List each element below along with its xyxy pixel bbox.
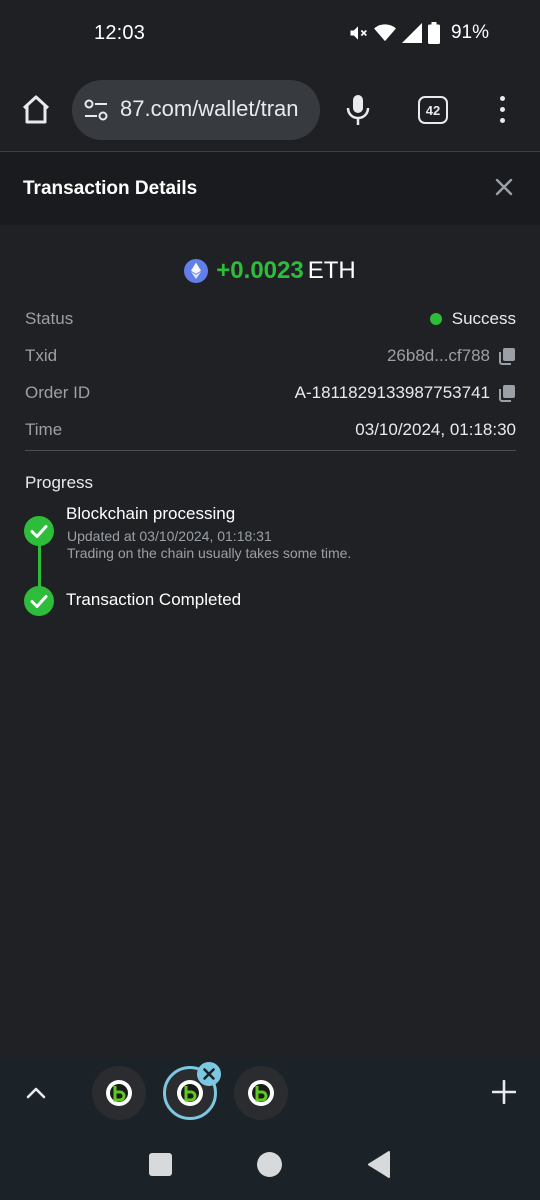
tab-close-icon[interactable]	[197, 1062, 221, 1086]
amount-unit: ETH	[307, 257, 356, 284]
status-label: Status	[25, 309, 74, 328]
chevron-up-icon[interactable]	[24, 1082, 48, 1102]
txid-text: 26b8d...cf788	[386, 346, 490, 365]
battery-icon	[428, 22, 440, 44]
url-text[interactable]: 87.com/wallet/tran	[120, 96, 299, 122]
order-id-row: Order ID A-1811829133987753741	[25, 383, 516, 407]
address-bar[interactable]: 87.com/wallet/tran	[72, 80, 320, 140]
section-divider	[25, 450, 516, 451]
copy-icon[interactable]	[498, 384, 516, 402]
progress-connector	[38, 545, 41, 587]
app-logo-icon	[106, 1080, 132, 1106]
status-value: Success	[429, 309, 516, 329]
status-time: 12:03	[94, 22, 146, 44]
recents-button[interactable]	[149, 1153, 172, 1176]
step-title: Blockchain processing	[66, 504, 236, 523]
amount-row: +0.0023 ETH	[0, 256, 540, 286]
order-id-value: A-1811829133987753741	[295, 383, 516, 403]
step-title: Transaction Completed	[66, 590, 242, 609]
home-icon[interactable]	[18, 92, 54, 128]
check-icon	[24, 586, 54, 616]
success-dot-icon	[429, 313, 442, 325]
time-row: Time 03/10/2024, 01:18:30	[25, 420, 516, 444]
eth-icon	[184, 259, 209, 283]
mute-icon	[350, 26, 367, 40]
status-row: Status Success	[25, 309, 516, 333]
txid-label: Txid	[25, 346, 58, 365]
amount-value: +0.0023	[216, 257, 304, 284]
txid-row: Txid 26b8d...cf788	[25, 346, 516, 370]
tab-bubble[interactable]	[234, 1066, 288, 1120]
check-icon	[24, 516, 54, 546]
menu-icon[interactable]	[497, 96, 509, 124]
step-note: Trading on the chain usually takes some …	[67, 545, 352, 561]
tabs-button[interactable]: 42	[418, 96, 448, 124]
plus-icon[interactable]	[492, 1080, 516, 1104]
order-id-label: Order ID	[25, 383, 91, 402]
order-id-text: A-1811829133987753741	[294, 383, 490, 402]
status-icons	[348, 20, 440, 46]
status-text: Success	[451, 309, 516, 328]
wifi-icon	[374, 24, 396, 42]
site-settings-icon[interactable]	[84, 99, 108, 121]
step-updated: Updated at 03/10/2024, 01:18:31	[67, 528, 272, 544]
time-value: 03/10/2024, 01:18:30	[355, 420, 516, 439]
app-logo-icon	[248, 1080, 274, 1106]
close-icon[interactable]	[494, 177, 514, 197]
signal-icon	[402, 23, 422, 43]
txid-value: 26b8d...cf788	[387, 346, 516, 366]
copy-icon[interactable]	[498, 347, 516, 365]
home-button[interactable]	[257, 1152, 282, 1177]
progress-title: Progress	[25, 473, 94, 492]
mic-icon[interactable]	[344, 94, 372, 126]
battery-percent: 91%	[450, 22, 489, 43]
page-title: Transaction Details	[23, 178, 198, 199]
status-bar: 12:03 91%	[0, 0, 540, 68]
time-label: Time	[25, 420, 63, 439]
tab-bubble[interactable]	[92, 1066, 146, 1120]
modal-header: Transaction Details	[0, 152, 540, 225]
browser-toolbar: 87.com/wallet/tran 42	[0, 68, 540, 152]
back-icon[interactable]	[367, 1151, 391, 1178]
